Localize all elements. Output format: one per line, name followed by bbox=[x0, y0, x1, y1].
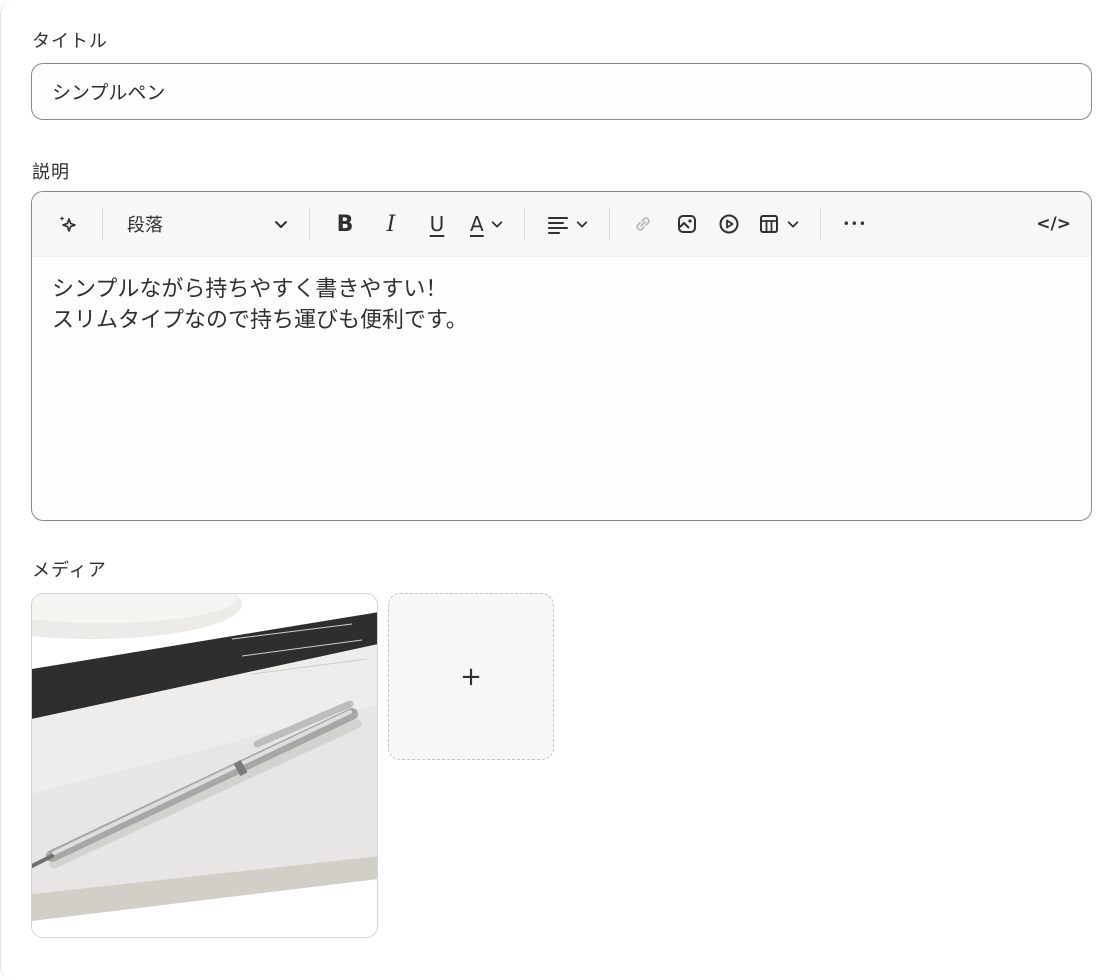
underline-icon: U bbox=[429, 212, 445, 236]
code-view-button[interactable]: </> bbox=[1036, 204, 1071, 244]
toolbar-divider bbox=[309, 207, 310, 241]
add-media-button[interactable]: + bbox=[388, 593, 554, 760]
video-button[interactable] bbox=[716, 204, 742, 244]
ai-sparkle-button[interactable] bbox=[52, 204, 84, 244]
more-options-button[interactable]: ••• bbox=[843, 204, 867, 244]
image-icon bbox=[677, 215, 696, 233]
paragraph-style-label: 段落 bbox=[127, 215, 163, 236]
bold-button[interactable]: B bbox=[332, 204, 358, 244]
pen-photo bbox=[32, 594, 377, 937]
chevron-down-icon bbox=[787, 221, 798, 228]
description-editor: 段落 B I U A ••• </> シンプルながら持ちやすく書きやすい！ スリ… bbox=[31, 191, 1092, 521]
text-color-button[interactable]: A bbox=[470, 204, 504, 244]
play-circle-icon bbox=[719, 214, 739, 234]
title-input[interactable] bbox=[31, 63, 1092, 120]
table-button[interactable] bbox=[758, 204, 800, 244]
paragraph-style-select[interactable]: 段落 bbox=[127, 204, 289, 244]
text-color-icon: A bbox=[470, 212, 484, 236]
description-content[interactable]: シンプルながら持ちやすく書きやすい！ スリムタイプなので持ち運びも便利です。 bbox=[52, 274, 1071, 336]
editor-toolbar: 段落 B I U A ••• </> bbox=[32, 192, 1091, 257]
toolbar-divider bbox=[102, 207, 103, 241]
align-left-icon bbox=[547, 217, 568, 234]
description-label: 説明 bbox=[32, 162, 70, 183]
title-label: タイトル bbox=[32, 31, 108, 52]
description-line: スリムタイプなので持ち運びも便利です。 bbox=[52, 308, 468, 333]
align-button[interactable] bbox=[547, 204, 589, 244]
media-label: メディア bbox=[32, 560, 107, 581]
link-icon bbox=[636, 217, 650, 231]
media-thumbnail[interactable] bbox=[31, 593, 378, 938]
toolbar-divider bbox=[819, 207, 821, 241]
image-button[interactable] bbox=[674, 204, 700, 244]
link-button[interactable] bbox=[630, 204, 656, 244]
toolbar-divider bbox=[523, 207, 525, 241]
table-icon bbox=[759, 215, 778, 233]
chevron-down-icon bbox=[275, 221, 287, 228]
chevron-down-icon bbox=[576, 221, 587, 228]
underline-button[interactable]: U bbox=[424, 204, 450, 244]
chevron-down-icon bbox=[491, 221, 502, 228]
italic-button[interactable]: I bbox=[378, 204, 404, 244]
italic-icon: I bbox=[386, 211, 396, 237]
description-line: シンプルながら持ちやすく書きやすい！ bbox=[52, 277, 448, 302]
sparkle-icon bbox=[59, 216, 76, 232]
toolbar-divider bbox=[608, 207, 610, 241]
